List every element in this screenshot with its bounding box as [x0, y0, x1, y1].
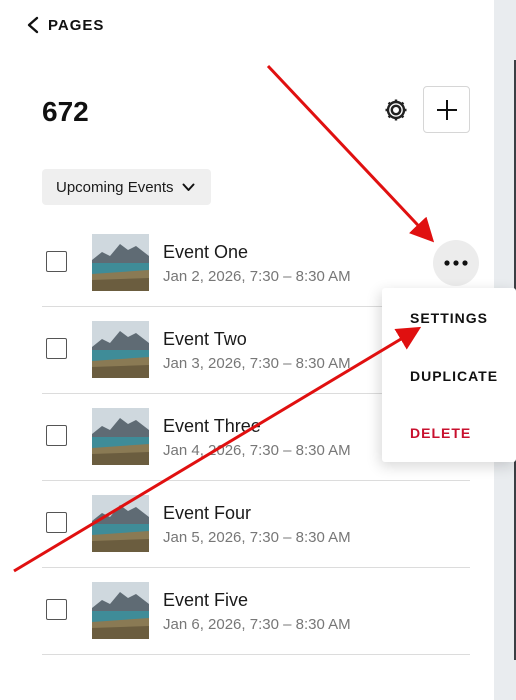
event-thumbnail — [92, 321, 149, 378]
chevron-left-icon — [27, 16, 39, 34]
event-row[interactable]: Event Five Jan 6, 2026, 7:30 – 8:30 AM — [42, 568, 470, 655]
event-thumbnail — [92, 495, 149, 552]
event-thumbnail — [92, 234, 149, 291]
event-checkbox[interactable] — [46, 599, 67, 620]
landscape-image-icon — [92, 321, 149, 378]
event-date: Jan 2, 2026, 7:30 – 8:30 AM — [163, 268, 351, 285]
event-checkbox[interactable] — [46, 512, 67, 533]
event-thumbnail — [92, 582, 149, 639]
event-checkbox[interactable] — [46, 425, 67, 446]
add-event-button[interactable] — [423, 86, 470, 133]
events-filter-dropdown[interactable]: Upcoming Events — [42, 169, 211, 205]
filter-label: Upcoming Events — [56, 178, 174, 196]
chevron-down-icon — [182, 183, 195, 191]
back-label: PAGES — [48, 16, 105, 34]
landscape-image-icon — [92, 582, 149, 639]
event-date: Jan 4, 2026, 7:30 – 8:30 AM — [163, 442, 351, 459]
event-checkbox[interactable] — [46, 251, 67, 272]
plus-icon — [436, 99, 457, 120]
event-name: Event Five — [163, 590, 249, 610]
landscape-image-icon — [92, 495, 149, 552]
menu-item-delete[interactable]: DELETE — [410, 425, 471, 441]
event-checkbox[interactable] — [46, 338, 67, 359]
event-thumbnail — [92, 408, 149, 465]
event-row[interactable]: Event Four Jan 5, 2026, 7:30 – 8:30 AM — [42, 481, 470, 568]
page-title: 672 — [42, 96, 89, 127]
landscape-image-icon — [92, 408, 149, 465]
event-name: Event Three — [163, 416, 261, 436]
menu-item-duplicate[interactable]: DUPLICATE — [410, 368, 498, 384]
settings-button[interactable] — [378, 92, 414, 128]
back-to-pages-link[interactable]: PAGES — [26, 16, 104, 34]
event-date: Jan 6, 2026, 7:30 – 8:30 AM — [163, 616, 351, 633]
event-date: Jan 5, 2026, 7:30 – 8:30 AM — [163, 529, 351, 546]
event-name: Event One — [163, 242, 249, 262]
menu-item-settings[interactable]: SETTINGS — [410, 310, 488, 326]
ellipsis-icon — [444, 260, 468, 266]
gear-icon — [385, 99, 407, 121]
event-date: Jan 3, 2026, 7:30 – 8:30 AM — [163, 355, 351, 372]
event-more-options-button[interactable] — [433, 240, 479, 286]
landscape-image-icon — [92, 234, 149, 291]
event-context-menu: SETTINGS DUPLICATE DELETE — [382, 288, 516, 462]
event-name: Event Two — [163, 329, 247, 349]
event-name: Event Four — [163, 503, 252, 523]
